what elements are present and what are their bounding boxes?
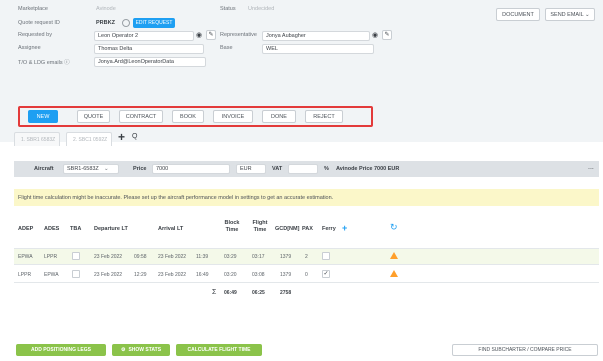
avinode-price-label: Avinode Price: [336, 166, 373, 172]
total-block-time: 06:49: [224, 290, 237, 296]
vat-field[interactable]: [288, 164, 318, 174]
row2-block-time: 03:20: [224, 272, 237, 278]
marketplace-label: Marketplace: [18, 6, 48, 12]
performance-warning: Flight time calculation might be inaccur…: [14, 189, 599, 206]
row1-adep[interactable]: EPWA: [18, 254, 33, 260]
assignee-label: Assignee: [18, 45, 41, 51]
row1-ferry-checkbox[interactable]: [322, 252, 330, 260]
price-label: Price: [133, 166, 147, 172]
calculate-flight-time-button[interactable]: CALCULATE FLIGHT TIME: [176, 344, 262, 356]
refresh-icon[interactable]: ↻: [390, 222, 398, 233]
row2-flight-time: 03:08: [252, 272, 265, 278]
edit-representative-icon[interactable]: ✎: [382, 30, 392, 40]
header-block-time: Block Time: [224, 220, 240, 233]
contact-icon[interactable]: ◉: [196, 31, 202, 39]
row2-adep[interactable]: LPPR: [18, 272, 31, 278]
show-stats-label: SHOW STATS: [128, 347, 162, 353]
more-options-icon[interactable]: ...: [588, 164, 594, 171]
status-value: Undecided: [248, 6, 275, 12]
row2-arrival-time[interactable]: 16:49: [196, 272, 209, 278]
toc-emails-field[interactable]: Jonya.Ard@LeonOperatorData: [94, 57, 206, 67]
requested-by-field[interactable]: Leon Operator 2: [94, 31, 194, 41]
marketplace-value: Avinode: [96, 6, 116, 12]
header-pax: PAX: [302, 226, 313, 232]
row2-gcd: 1379: [280, 272, 292, 278]
aircraft-select[interactable]: SBR1-6583Z: [63, 164, 119, 174]
price-field[interactable]: 7000: [152, 164, 230, 174]
row1-arrival-time[interactable]: 11:39: [196, 254, 208, 260]
row2-pax[interactable]: 0: [305, 272, 308, 278]
header-ferry: Ferry: [322, 226, 336, 232]
header-ades: ADES: [44, 226, 60, 232]
row1-departure-date[interactable]: 23 Feb 2022: [94, 254, 122, 260]
row1-arrival-date[interactable]: 23 Feb 2022: [158, 254, 186, 260]
aircraft-label: Aircraft: [34, 166, 54, 172]
sum-icon: Σ: [212, 289, 217, 296]
row1-pax[interactable]: 2: [305, 254, 308, 260]
row1-block-time: 03:29: [224, 254, 237, 260]
option-tab-2[interactable]: 2. SBC1 0592Z: [66, 132, 112, 146]
search-icon[interactable]: Q: [132, 133, 137, 140]
quote-request-label: Quote request ID: [18, 20, 60, 26]
representative-contact-icon[interactable]: ◉: [372, 31, 378, 39]
quote-request-value: PRBKZ: [96, 20, 115, 26]
base-label: Base: [220, 45, 233, 51]
add-option-icon[interactable]: +: [118, 130, 125, 144]
representative-field[interactable]: Jonya Aubagher: [262, 31, 370, 41]
option-tab-1[interactable]: 1. SBR1 6583Z: [14, 132, 60, 146]
stats-icon: ⚙: [120, 347, 126, 353]
avinode-price-value: 7000 EUR: [374, 166, 400, 172]
status-label: Status: [220, 6, 236, 12]
row1-gcd: 1379: [280, 254, 292, 260]
row1-flight-time: 03:17: [252, 254, 265, 260]
row1-warning-icon: [390, 252, 398, 259]
header-flight-time: Flight Time: [252, 220, 268, 233]
send-email-button[interactable]: SEND EMAIL ⌄: [545, 8, 595, 21]
add-positioning-legs-button[interactable]: ADD POSITIONING LEGS: [16, 344, 106, 356]
row2-tba-checkbox[interactable]: [72, 270, 80, 278]
total-flight-time: 06:25: [252, 290, 265, 296]
currency-select[interactable]: EUR: [236, 164, 266, 174]
header-arrival-lt: Arrival LT: [158, 226, 184, 232]
add-leg-icon[interactable]: +: [342, 223, 347, 233]
row2-departure-time[interactable]: 12:29: [134, 272, 147, 278]
percent-label: %: [324, 166, 329, 172]
toc-emails-label: T/O & LDG emails ⓘ: [18, 60, 70, 66]
row2-departure-date[interactable]: 23 Feb 2022: [94, 272, 122, 278]
document-button[interactable]: DOCUMENT: [496, 8, 540, 21]
show-stats-button[interactable]: ⚙ SHOW STATS: [112, 344, 170, 356]
header-departure-lt: Departure LT: [94, 226, 128, 232]
header-gcd: GCD[NM]: [275, 226, 300, 232]
total-gcd: 2758: [280, 290, 292, 296]
row2-ades[interactable]: EPWA: [44, 272, 59, 278]
header-adep: ADEP: [18, 226, 34, 232]
row1-tba-checkbox[interactable]: [72, 252, 80, 260]
header-tba: TBA: [70, 226, 82, 232]
row1-departure-time[interactable]: 09:58: [134, 254, 147, 260]
vat-label: VAT: [272, 166, 283, 172]
aircraft-select-chevron-icon: ⌄: [104, 166, 109, 172]
row2-ferry-checkbox[interactable]: ✓: [322, 270, 330, 278]
copy-icon[interactable]: [122, 19, 130, 27]
row1-ades[interactable]: LPPR: [44, 254, 57, 260]
row2-warning-icon: [390, 270, 398, 277]
edit-requester-icon[interactable]: ✎: [206, 30, 216, 40]
row2-arrival-date[interactable]: 23 Feb 2022: [158, 272, 186, 278]
edit-request-button[interactable]: EDIT REQUEST: [133, 18, 175, 28]
assignee-field[interactable]: Thomas Delta: [94, 44, 204, 54]
base-field[interactable]: WEL: [262, 44, 374, 54]
requested-by-label: Requested by: [18, 32, 52, 38]
find-subcharter-button[interactable]: FIND SUBCHARTER / COMPARE PRICE: [452, 344, 598, 356]
status-buttons-highlight: [18, 106, 373, 127]
representative-label: Representative: [220, 32, 257, 38]
